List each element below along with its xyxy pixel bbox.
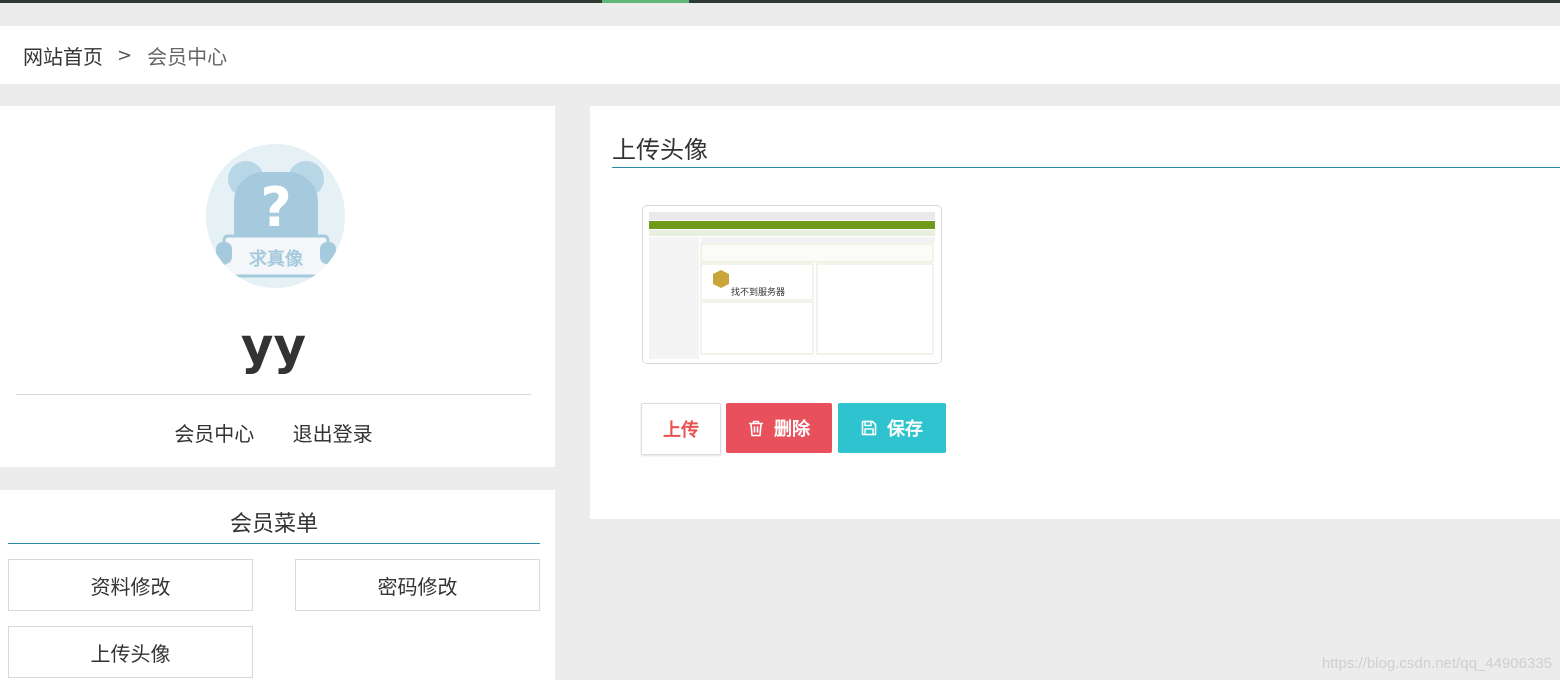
breadcrumb-current: 会员中心: [147, 44, 228, 69]
member-center-link[interactable]: 会员中心: [174, 422, 254, 446]
top-bar-active-indicator: [602, 0, 689, 3]
profile-divider: [16, 394, 531, 395]
upload-avatar-panel: 上传头像 找不到服务器 上传 删除 保存: [590, 106, 1560, 519]
logout-link[interactable]: 退出登录: [293, 422, 373, 446]
avatar: ? 求真像: [206, 144, 345, 288]
delete-button[interactable]: 删除: [726, 403, 832, 453]
save-button-label: 保存: [887, 419, 923, 440]
save-button[interactable]: 保存: [838, 403, 946, 453]
member-menu-title: 会员菜单: [229, 512, 318, 537]
avatar-sign-text: 求真像: [249, 248, 304, 270]
username: yy: [240, 317, 307, 375]
menu-item-change-password[interactable]: 密码修改: [295, 559, 540, 611]
save-icon: [861, 420, 877, 436]
breadcrumb: 网站首页 > 会员中心: [0, 26, 1560, 84]
profile-card: ? 求真像 yy 会员中心 退出登录: [0, 106, 555, 467]
upload-panel-divider: [612, 167, 1560, 168]
upload-panel-title: 上传头像: [612, 136, 708, 164]
avatar-preview-image: 找不到服务器: [642, 205, 942, 364]
member-menu-divider: [8, 543, 540, 544]
upload-button-label: 上传: [663, 420, 699, 441]
preview-caption-text: 找不到服务器: [731, 286, 785, 298]
watermark: https://blog.csdn.net/qq_44906335: [1321, 655, 1552, 672]
top-bar: [0, 0, 1560, 3]
breadcrumb-home-link[interactable]: 网站首页: [23, 41, 103, 70]
menu-item-upload-avatar[interactable]: 上传头像: [8, 626, 253, 678]
menu-item-edit-profile[interactable]: 资料修改: [8, 559, 253, 611]
delete-button-label: 删除: [774, 419, 810, 440]
profile-links: 会员中心 退出登录: [0, 418, 547, 447]
breadcrumb-separator: >: [117, 44, 133, 66]
avatar-question-mark: ?: [260, 176, 291, 239]
trash-icon: [749, 420, 763, 436]
upload-button[interactable]: 上传: [641, 403, 721, 455]
member-menu: 会员菜单 资料修改 密码修改 上传头像: [0, 490, 555, 680]
